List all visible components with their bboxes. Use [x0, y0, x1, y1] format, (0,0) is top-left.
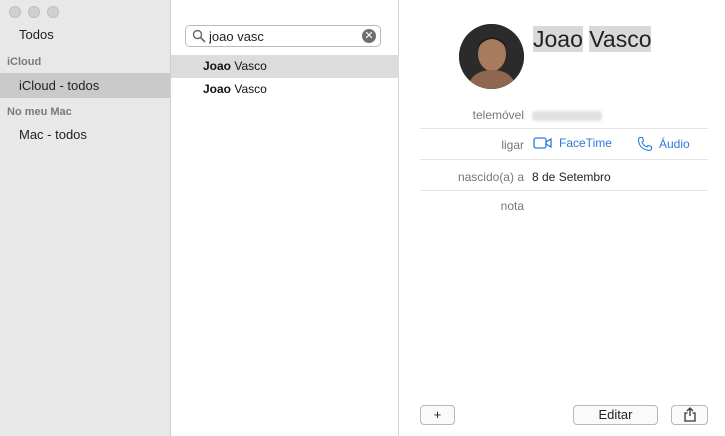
search-icon	[192, 29, 206, 43]
edit-button[interactable]: Editar	[573, 405, 658, 425]
clear-search-icon[interactable]: ✕	[362, 29, 376, 43]
list-item[interactable]: Joao Vasco	[171, 78, 399, 101]
contact-list-pane: ✕ Joao Vasco Joao Vasco	[171, 0, 399, 436]
zoom-window-button[interactable]	[47, 6, 59, 18]
sidebar: Todos iCloud iCloud - todos No meu Mac M…	[0, 0, 171, 436]
divider	[420, 128, 708, 129]
contact-detail-pane: Joao Vasco telemóvel ligar FaceTime Áudi…	[400, 0, 725, 436]
note-label: nota	[500, 199, 524, 213]
share-button[interactable]	[671, 405, 708, 425]
list-item[interactable]: Joao Vasco	[171, 55, 399, 78]
video-camera-icon	[533, 137, 552, 149]
sidebar-item-mac-todos[interactable]: Mac - todos	[0, 122, 170, 147]
mobile-value-redacted	[532, 110, 602, 124]
contact-first-name: Joao	[203, 59, 232, 73]
birthday-value: 8 de Setembro	[532, 170, 611, 184]
minimize-window-button[interactable]	[28, 6, 40, 18]
facetime-button[interactable]: FaceTime	[533, 136, 612, 150]
divider	[420, 190, 708, 191]
contact-last-name: Vasco	[589, 26, 652, 52]
divider	[420, 159, 708, 160]
audio-label: Áudio	[659, 137, 690, 151]
close-window-button[interactable]	[9, 6, 21, 18]
window-controls	[9, 6, 59, 18]
edit-button-label: Editar	[598, 407, 633, 422]
sidebar-item-icloud-todos[interactable]: iCloud - todos	[0, 73, 170, 98]
mobile-label: telemóvel	[472, 108, 524, 122]
add-icon: +	[433, 407, 442, 422]
sidebar-item-todos[interactable]: Todos	[0, 22, 170, 47]
add-contact-button[interactable]: +	[420, 405, 455, 425]
search-input[interactable]	[209, 27, 357, 45]
contact-first-name: Joao	[203, 82, 232, 96]
call-label: ligar	[501, 138, 524, 152]
contact-last-name: Vasco	[234, 59, 267, 73]
facetime-label: FaceTime	[559, 136, 612, 150]
sidebar-item-label: Todos	[19, 27, 54, 42]
audio-call-button[interactable]: Áudio	[637, 136, 690, 152]
sidebar-header-no-meu-mac: No meu Mac	[7, 106, 72, 118]
phone-icon	[637, 136, 653, 152]
sidebar-item-label: Mac - todos	[19, 127, 87, 142]
sidebar-header-icloud: iCloud	[7, 56, 42, 68]
share-icon	[683, 407, 696, 422]
contact-first-name: Joao	[533, 26, 583, 52]
contact-last-name: Vasco	[234, 82, 267, 96]
avatar	[459, 24, 524, 89]
sidebar-item-label: iCloud - todos	[19, 78, 100, 93]
contact-name: Joao Vasco	[533, 26, 652, 53]
search-field[interactable]: ✕	[185, 25, 381, 47]
birthday-label: nascido(a) a	[457, 170, 524, 184]
